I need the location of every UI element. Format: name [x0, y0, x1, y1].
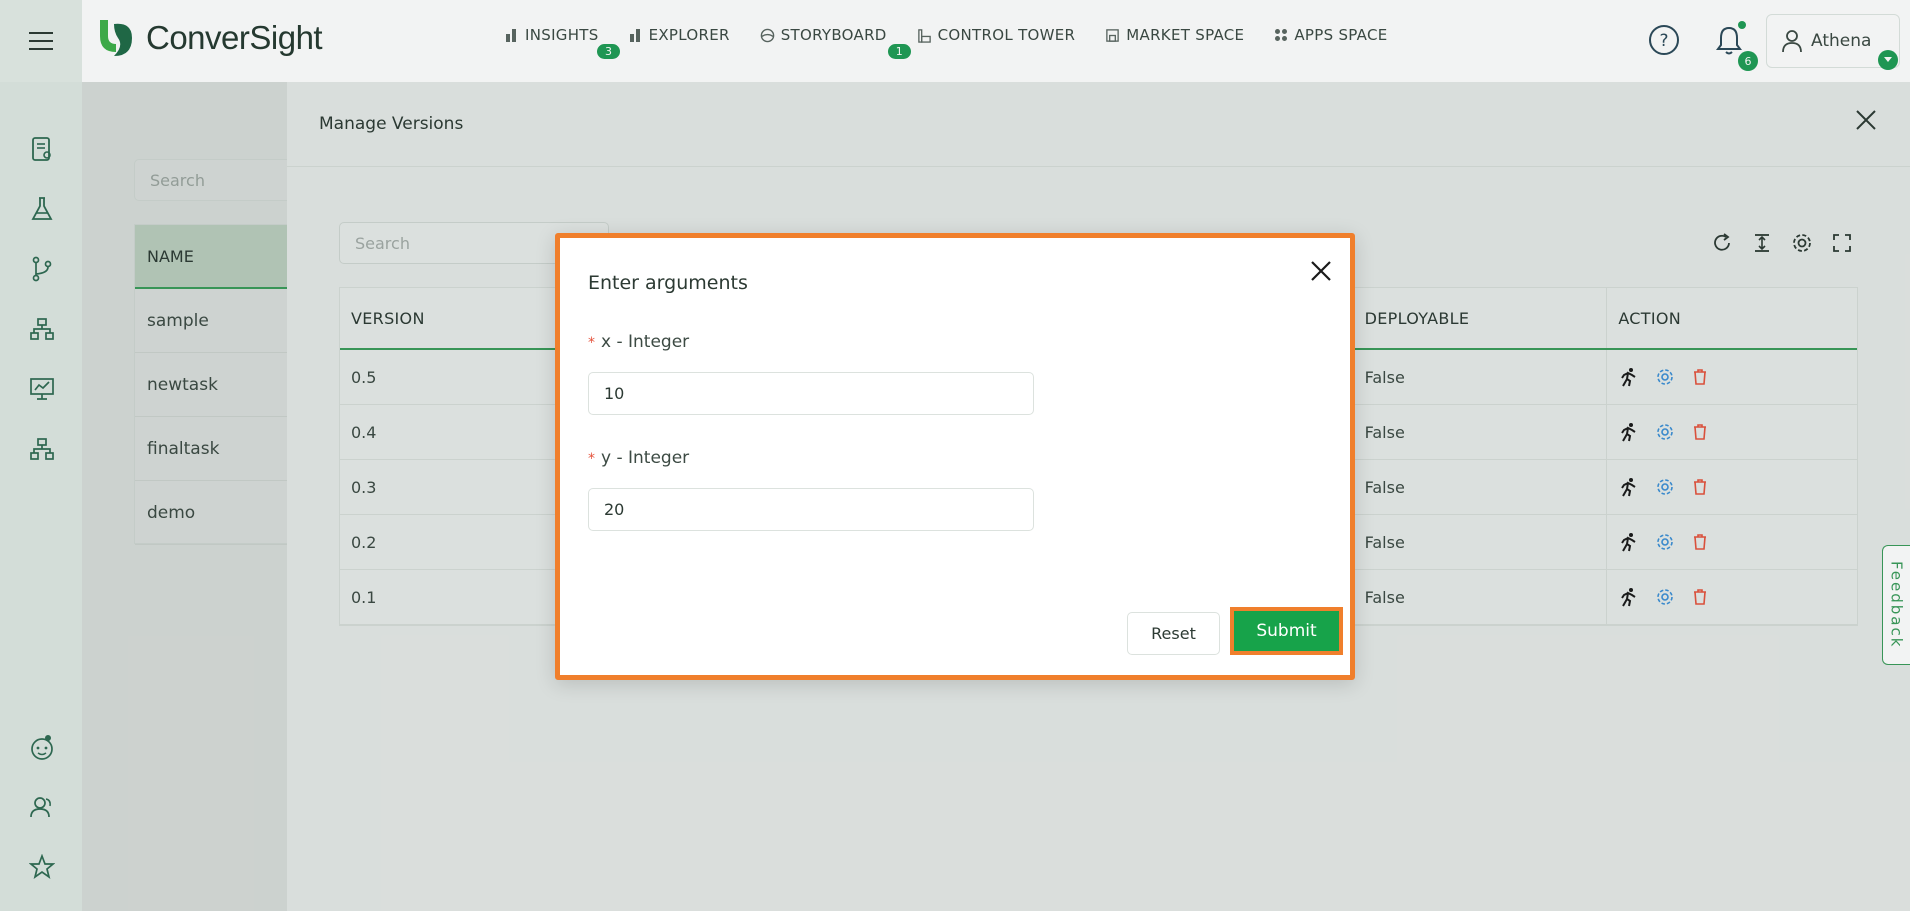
submit-highlight: Submit	[1230, 607, 1343, 655]
y-field-label: * y - Integer	[588, 448, 689, 468]
x-field-label: * x - Integer	[588, 332, 689, 352]
close-icon	[1311, 261, 1331, 281]
enter-arguments-modal: Enter arguments * x - Integer * y - Intege…	[555, 233, 1355, 680]
submit-button[interactable]: Submit	[1234, 611, 1339, 651]
reset-button[interactable]: Reset	[1127, 612, 1220, 655]
y-field-label-text: y - Integer	[601, 448, 690, 468]
modal-title: Enter arguments	[588, 272, 748, 294]
x-field-label-text: x - Integer	[601, 332, 690, 352]
required-marker: *	[588, 335, 595, 351]
required-marker: *	[588, 451, 595, 467]
modal-close-button[interactable]	[1310, 260, 1332, 286]
y-integer-input[interactable]	[588, 488, 1034, 531]
x-integer-input[interactable]	[588, 372, 1034, 415]
